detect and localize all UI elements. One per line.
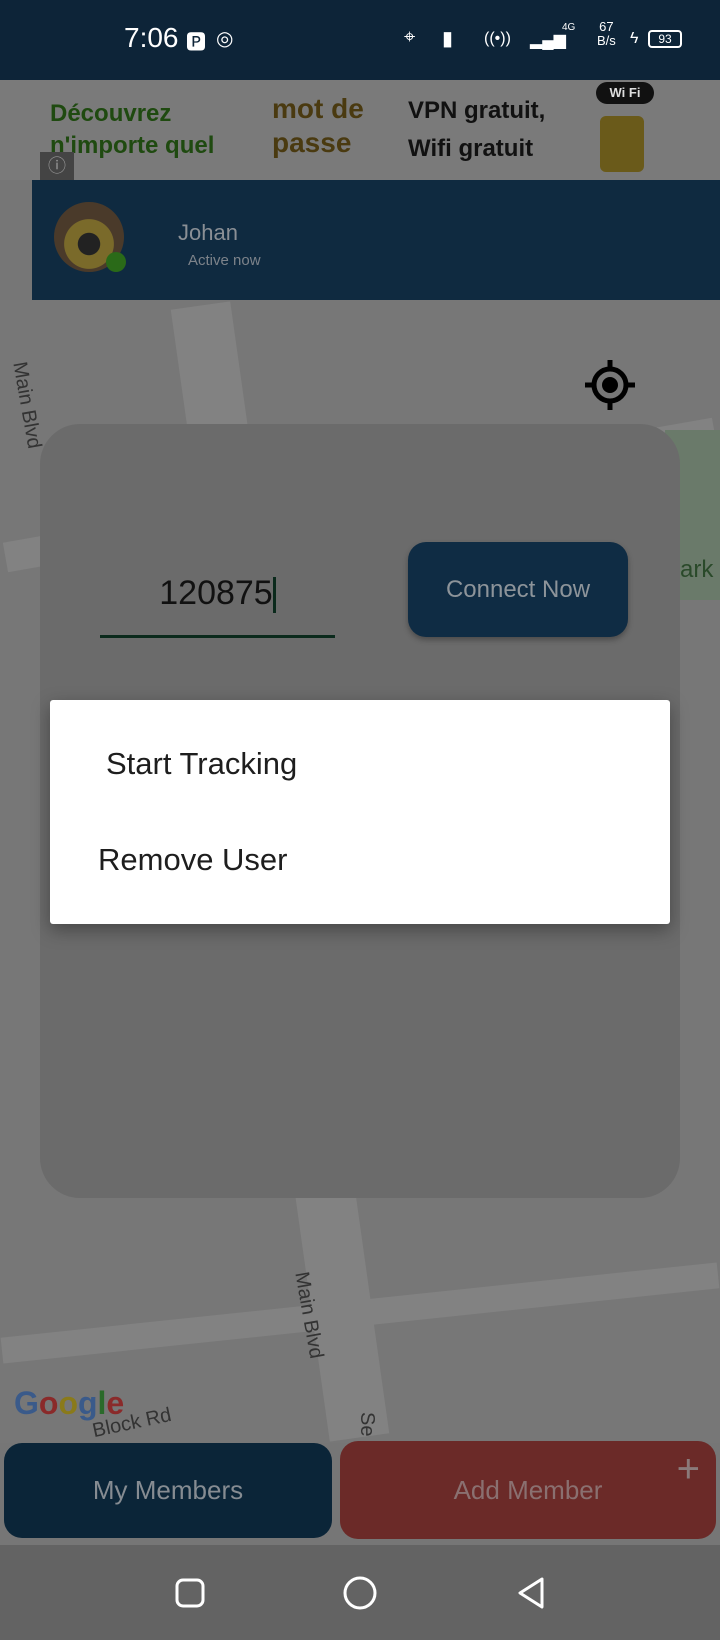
battery-indicator: 93	[648, 30, 682, 48]
ad-text-2: mot de passe	[272, 93, 364, 158]
app-notification-icon: ◎	[216, 28, 234, 50]
my-location-icon[interactable]	[583, 358, 637, 412]
user-status: Active now	[188, 252, 261, 269]
navigation-bar	[0, 1545, 720, 1640]
hotspot-icon: ((•))	[484, 30, 511, 47]
status-bar: 7:06 🅿 ◎ ⌖ ▮ ((•)) ▂▄▆ 4G 67 B/s ϟ 93	[0, 0, 720, 80]
google-logo: Google	[14, 1385, 125, 1421]
map-label: ark	[680, 556, 714, 583]
signal-icon: ▂▄▆	[530, 32, 566, 49]
recents-button[interactable]	[174, 1577, 206, 1609]
context-menu: Start Tracking Remove User	[50, 700, 670, 924]
connect-now-button[interactable]: Connect Now	[408, 542, 628, 637]
code-input[interactable]: 120875	[100, 568, 335, 638]
ad-text-3: VPN gratuit, Wifi gratuit	[408, 97, 546, 162]
menu-item-start-tracking[interactable]: Start Tracking	[106, 746, 297, 782]
net-speed: 67 B/s	[597, 19, 616, 48]
map-label: Se	[356, 1412, 378, 1437]
ad-banner[interactable]: Découvrez n'importe quel mot de passe VPN …	[0, 80, 720, 180]
padlock-icon	[600, 116, 644, 172]
text-cursor	[272, 577, 276, 614]
vibrate-icon: ▮	[442, 28, 454, 50]
wifi-badge-logo: Wi Fi	[596, 82, 654, 104]
map-label: Main Blvd	[8, 360, 46, 451]
my-members-button[interactable]: My Members	[4, 1443, 332, 1538]
home-button[interactable]	[342, 1575, 378, 1611]
network-type: 4G	[562, 22, 576, 33]
info-icon[interactable]: ⓘ	[40, 152, 74, 180]
online-indicator	[106, 252, 126, 272]
user-name: Johan	[178, 220, 238, 245]
clock: 7:06	[124, 22, 179, 53]
ad-text-1: Découvrez n'importe quel	[50, 100, 215, 159]
parking-icon: 🅿	[186, 32, 206, 54]
user-header[interactable]: Johan Active now	[32, 180, 720, 300]
add-member-button[interactable]: Add Member +	[340, 1441, 716, 1539]
charging-icon: ϟ	[630, 30, 639, 47]
plus-icon: +	[676, 1447, 700, 1491]
back-button[interactable]	[514, 1575, 548, 1611]
menu-item-remove-user[interactable]: Remove User	[98, 842, 288, 878]
location-icon: ⌖	[404, 26, 416, 48]
